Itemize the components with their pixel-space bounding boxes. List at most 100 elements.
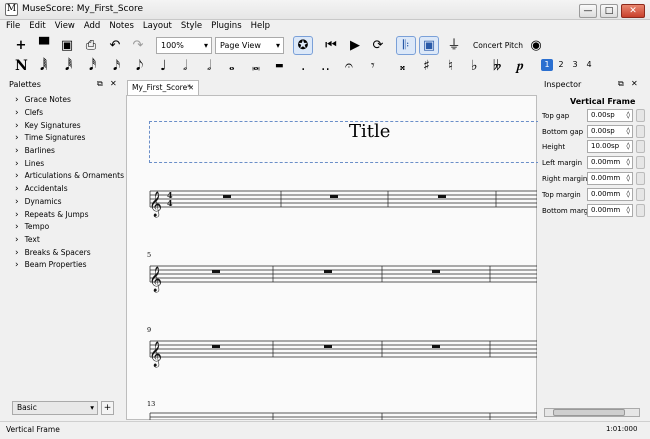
metronome-icon[interactable]: ⏚	[445, 37, 463, 55]
menu-edit[interactable]: Edit	[29, 20, 45, 34]
palette-tempo[interactable]: Tempo	[15, 222, 50, 232]
close-panel-icon[interactable]: ✕	[631, 79, 638, 88]
menu-help[interactable]: Help	[251, 20, 270, 34]
palette-beam-properties[interactable]: Beam Properties	[15, 260, 87, 270]
sharp-icon[interactable]: ♯	[423, 58, 430, 75]
menu-view[interactable]: View	[55, 20, 75, 34]
float-panel-icon[interactable]: ⧉	[97, 79, 103, 89]
view-mode-select[interactable]: Page View	[215, 37, 284, 54]
menu-plugins[interactable]: Plugins	[211, 20, 241, 34]
open-icon[interactable]: ▀	[35, 37, 53, 55]
height-input[interactable]: 10.00sp	[587, 140, 633, 153]
score-tab[interactable]: My_First_Score* ✕	[127, 80, 199, 95]
duration-half-alt-icon[interactable]: 𝅗𝅥	[207, 58, 211, 75]
voice-3-button[interactable]: 3	[569, 59, 581, 71]
whole-rest	[432, 270, 440, 273]
play-icon[interactable]: ▶	[346, 37, 364, 55]
bottom-margin-reset-button[interactable]	[636, 204, 645, 217]
natural-icon[interactable]: ♮	[448, 58, 453, 75]
float-panel-icon[interactable]: ⧉	[618, 79, 624, 89]
height-reset-button[interactable]	[636, 140, 645, 153]
concert-pitch-button[interactable]: Concert Pitch	[473, 41, 523, 50]
palette-repeats-jumps[interactable]: Repeats & Jumps	[15, 210, 89, 220]
duration-eighth-single-icon[interactable]: 𝅘𝅥𝅮	[136, 58, 143, 75]
voice-1-button[interactable]: 1	[541, 59, 553, 71]
palette-accidentals[interactable]: Accidentals	[15, 184, 68, 194]
new-score-icon[interactable]: +	[12, 37, 30, 55]
staff-system-1	[149, 190, 537, 208]
dot-icon[interactable]: .	[301, 58, 305, 75]
voice-4-button[interactable]: 4	[583, 59, 595, 71]
inspector-section-title: Vertical Frame	[570, 97, 636, 106]
rest-icon[interactable]: 𝄾	[371, 58, 375, 75]
palette-breaks-spacers[interactable]: Breaks & Spacers	[15, 248, 91, 258]
palette-grace-notes[interactable]: Grace Notes	[15, 95, 71, 105]
note-input-mode-icon[interactable]: N	[15, 58, 28, 75]
top-gap-reset-button[interactable]	[636, 109, 645, 122]
palette-time-signatures[interactable]: Time Signatures	[15, 133, 86, 143]
menu-layout[interactable]: Layout	[143, 20, 172, 34]
whole-rest	[212, 345, 220, 348]
duration-breve-icon[interactable]: 𝅜	[252, 58, 260, 75]
menu-file[interactable]: File	[6, 20, 20, 34]
score-staves: 𝄞 𝄞 𝄞 4 4	[149, 190, 537, 420]
midi-input-icon[interactable]: ✪	[293, 36, 313, 55]
zoom-select[interactable]: 100%	[156, 37, 212, 54]
top-gap-input[interactable]: 0.00sp	[587, 109, 633, 122]
palette-clefs[interactable]: Clefs	[15, 108, 43, 118]
duration-32nd-icon[interactable]: 𝅘𝅥𝅱	[65, 58, 72, 75]
image-capture-icon[interactable]: ◉	[527, 37, 545, 55]
bottom-gap-reset-button[interactable]	[636, 125, 645, 138]
loop-icon[interactable]: ⟳	[369, 37, 387, 55]
print-icon[interactable]: ⎙	[82, 37, 100, 55]
duration-quarter-icon[interactable]: ♩	[160, 58, 167, 75]
duration-16th-icon[interactable]: 𝅘𝅥𝅰	[89, 58, 96, 75]
palette-lines[interactable]: Lines	[15, 159, 45, 169]
treble-clef-icon: 𝄞	[149, 266, 162, 292]
close-button[interactable]: ✕	[621, 4, 645, 18]
maximize-button[interactable]: □	[600, 4, 618, 18]
bottom-margin-input[interactable]: 0.00mm	[587, 204, 633, 217]
inspector-title: Inspector	[544, 80, 582, 89]
duration-half-icon[interactable]: 𝅗𝅥	[183, 58, 187, 75]
palette-dynamics[interactable]: Dynamics	[15, 197, 62, 207]
left-margin-reset-button[interactable]	[636, 156, 645, 169]
top-margin-reset-button[interactable]	[636, 188, 645, 201]
duration-longa-icon[interactable]: ▬	[275, 58, 284, 75]
redo-icon[interactable]: ↷	[129, 37, 147, 55]
close-panel-icon[interactable]: ✕	[110, 79, 117, 88]
bottom-gap-input[interactable]: 0.00sp	[587, 125, 633, 138]
double-sharp-icon[interactable]: 𝄪	[400, 58, 405, 75]
menu-notes[interactable]: Notes	[109, 20, 134, 34]
palette-articulations[interactable]: Articulations & Ornaments	[15, 171, 124, 181]
left-margin-input[interactable]: 0.00mm	[587, 156, 633, 169]
menu-add[interactable]: Add	[84, 20, 100, 34]
add-palette-button[interactable]: +	[101, 401, 114, 415]
right-margin-reset-button[interactable]	[636, 172, 645, 185]
double-flat-icon[interactable]: 𝄫	[493, 58, 501, 75]
top-margin-input[interactable]: 0.00mm	[587, 188, 633, 201]
close-tab-icon[interactable]: ✕	[188, 81, 194, 95]
palette-key-signatures[interactable]: Key Signatures	[15, 121, 81, 131]
menu-style[interactable]: Style	[181, 20, 202, 34]
minimize-button[interactable]: —	[579, 4, 597, 18]
duration-whole-icon[interactable]: 𝅝	[229, 58, 235, 75]
palette-text[interactable]: Text	[15, 235, 40, 245]
save-icon[interactable]: ▣	[58, 37, 76, 55]
staff-system-2	[149, 265, 537, 283]
tie-icon[interactable]: 𝄐	[345, 58, 353, 75]
duration-eighth-icon[interactable]: 𝅘𝅥𝅯	[113, 58, 120, 75]
duration-64th-icon[interactable]: 𝅘𝅥𝅲	[40, 58, 47, 75]
pan-score-icon[interactable]: ▣	[419, 36, 439, 55]
flip-direction-icon[interactable]: 𝆏	[517, 58, 524, 75]
palette-barlines[interactable]: Barlines	[15, 146, 55, 156]
right-margin-input[interactable]: 0.00mm	[587, 172, 633, 185]
flat-icon[interactable]: ♭	[471, 58, 478, 75]
double-dot-icon[interactable]: ..	[321, 58, 330, 75]
rewind-icon[interactable]: ⏮	[322, 37, 340, 55]
undo-icon[interactable]: ↶	[106, 37, 124, 55]
workspace-select[interactable]: Basic	[12, 401, 98, 415]
inspector-scroll-thumb[interactable]	[553, 409, 625, 416]
play-repeats-icon[interactable]: 𝄆	[396, 36, 416, 55]
voice-2-button[interactable]: 2	[555, 59, 567, 71]
